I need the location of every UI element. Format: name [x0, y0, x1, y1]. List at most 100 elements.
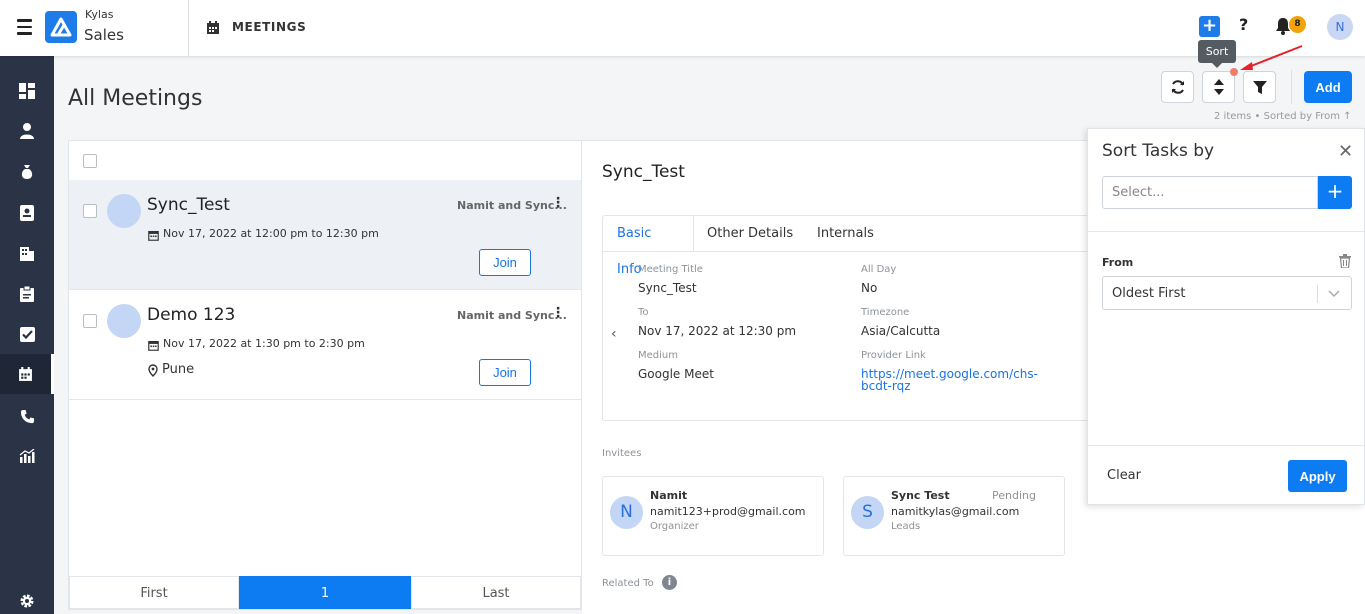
field-label: To	[638, 307, 649, 318]
divider	[1088, 445, 1364, 446]
field-value: Google Meet	[638, 367, 714, 381]
tab-internals[interactable]: Internals	[803, 216, 888, 252]
bell-icon[interactable]	[1275, 17, 1291, 39]
pager-first[interactable]: First	[69, 576, 239, 609]
clipboard-icon[interactable]	[0, 274, 54, 314]
refresh-button[interactable]	[1161, 71, 1194, 103]
checkbox-icon[interactable]	[0, 314, 54, 354]
money-bag-icon[interactable]	[0, 152, 54, 192]
detail-title: Sync_Test	[602, 162, 685, 182]
building-icon[interactable]	[0, 233, 54, 273]
avatar: N	[610, 496, 643, 529]
sort-order-dropdown[interactable]: Oldest First	[1102, 276, 1352, 310]
tab-bar: Basic Info Other Details Internals	[603, 216, 1121, 277]
notification-badge: 8	[1289, 16, 1306, 33]
avatar	[107, 304, 141, 338]
apply-button[interactable]: Apply	[1288, 460, 1347, 492]
chevron-left-icon[interactable]: ‹	[611, 326, 617, 342]
filter-button[interactable]	[1243, 71, 1276, 103]
help-icon[interactable]: ?	[1239, 15, 1248, 34]
calendar-icon	[148, 226, 159, 245]
sort-icon	[1213, 79, 1224, 95]
brand-product: Sales	[84, 26, 124, 44]
divider	[188, 0, 189, 56]
sort-active-dot	[1230, 68, 1238, 76]
related-to-label: Related To	[602, 578, 654, 589]
row-checkbox[interactable]	[83, 314, 97, 328]
meeting-title[interactable]: Demo 123	[147, 305, 235, 325]
sidebar	[0, 56, 54, 614]
provider-link[interactable]: https://meet.google.com/chs-bcdt-rqz	[861, 368, 1061, 392]
field-label: Timezone	[861, 307, 910, 318]
invitee-status: Pending	[992, 489, 1036, 502]
user-icon[interactable]	[0, 111, 54, 151]
meeting-date: Nov 17, 2022 at 12:00 pm to 12:30 pm	[163, 227, 379, 240]
field-value: Sync_Test	[638, 281, 697, 295]
phone-icon[interactable]	[0, 396, 54, 436]
invitee-name: Sync Test	[891, 489, 950, 502]
kylas-logo[interactable]	[45, 11, 77, 43]
pagination: First 1 Last	[69, 576, 581, 609]
add-button[interactable]: Add	[1304, 71, 1352, 103]
meeting-location: Pune	[162, 362, 195, 377]
field-label: Medium	[638, 350, 678, 361]
dashboard-icon[interactable]	[0, 71, 54, 111]
module-title: MEETINGS	[232, 20, 307, 34]
meetings-nav-icon[interactable]	[0, 354, 54, 394]
brand-name: Kylas	[85, 8, 114, 21]
page-title: All Meetings	[68, 86, 203, 111]
divider	[1088, 231, 1364, 232]
invitee-role: Organizer	[650, 521, 699, 532]
chevron-down-icon	[1327, 285, 1341, 305]
more-options-icon[interactable]: ⋮	[551, 305, 565, 321]
menu-icon[interactable]	[17, 19, 32, 35]
items-sort-info: 2 items • Sorted by From ↑	[1214, 111, 1352, 122]
calendar-icon	[148, 336, 159, 355]
pager-last[interactable]: Last	[411, 576, 581, 609]
sort-panel-title: Sort Tasks by	[1102, 141, 1215, 161]
invitee-email: namitkylas@gmail.com	[891, 505, 1020, 518]
join-button[interactable]: Join	[479, 359, 531, 386]
tab-other-details[interactable]: Other Details	[693, 216, 807, 252]
reports-icon[interactable]	[0, 436, 54, 476]
meeting-title[interactable]: Sync_Test	[147, 195, 230, 215]
invitee-card: S Sync Test Pending namitkylas@gmail.com…	[843, 476, 1065, 556]
sort-panel: Sort Tasks by ✕ Select... + From Oldest …	[1087, 128, 1365, 505]
sort-order-value: Oldest First	[1112, 286, 1186, 301]
field-value: No	[861, 281, 878, 295]
settings-gear-icon[interactable]	[0, 581, 54, 614]
calendar-icon	[206, 20, 220, 39]
filter-icon	[1252, 80, 1267, 94]
field-label: All Day	[861, 264, 897, 275]
sort-tooltip: Sort	[1198, 40, 1236, 63]
user-avatar[interactable]: N	[1327, 14, 1353, 40]
refresh-icon	[1171, 80, 1184, 94]
trash-icon[interactable]	[1339, 253, 1351, 272]
avatar	[107, 194, 141, 228]
list-item[interactable]: Demo 123 Nov 17, 2022 at 1:30 pm to 2:30…	[69, 290, 581, 400]
tab-basic-info[interactable]: Basic Info	[603, 216, 694, 277]
annotation-arrow-icon	[1240, 45, 1303, 70]
info-icon[interactable]: i	[662, 575, 677, 590]
field-label: Provider Link	[861, 350, 926, 361]
quick-add-button[interactable]: +	[1199, 16, 1220, 37]
invitee-role: Leads	[891, 521, 921, 532]
sort-field-select[interactable]: Select...	[1102, 176, 1318, 209]
row-checkbox[interactable]	[83, 204, 97, 218]
clear-button[interactable]: Clear	[1107, 468, 1141, 483]
close-icon[interactable]: ✕	[1338, 141, 1353, 162]
more-options-icon[interactable]: ⋮	[551, 195, 565, 211]
location-pin-icon	[148, 362, 158, 381]
field-value: Asia/Calcutta	[861, 324, 941, 338]
join-button[interactable]: Join	[479, 249, 531, 276]
meeting-date: Nov 17, 2022 at 1:30 pm to 2:30 pm	[163, 337, 365, 350]
add-sort-button[interactable]: +	[1318, 176, 1352, 209]
detail-tabs-card: Basic Info Other Details Internals ‹ Mee…	[602, 215, 1122, 421]
list-item[interactable]: Sync_Test Nov 17, 2022 at 12:00 pm to 12…	[69, 180, 581, 290]
select-all-checkbox[interactable]	[83, 154, 97, 168]
sort-button[interactable]	[1202, 71, 1235, 103]
invitee-email: namit123+prod@gmail.com	[650, 505, 806, 518]
pager-current[interactable]: 1	[239, 576, 411, 609]
field-value: Nov 17, 2022 at 12:30 pm	[638, 324, 797, 338]
contact-card-icon[interactable]	[0, 193, 54, 233]
